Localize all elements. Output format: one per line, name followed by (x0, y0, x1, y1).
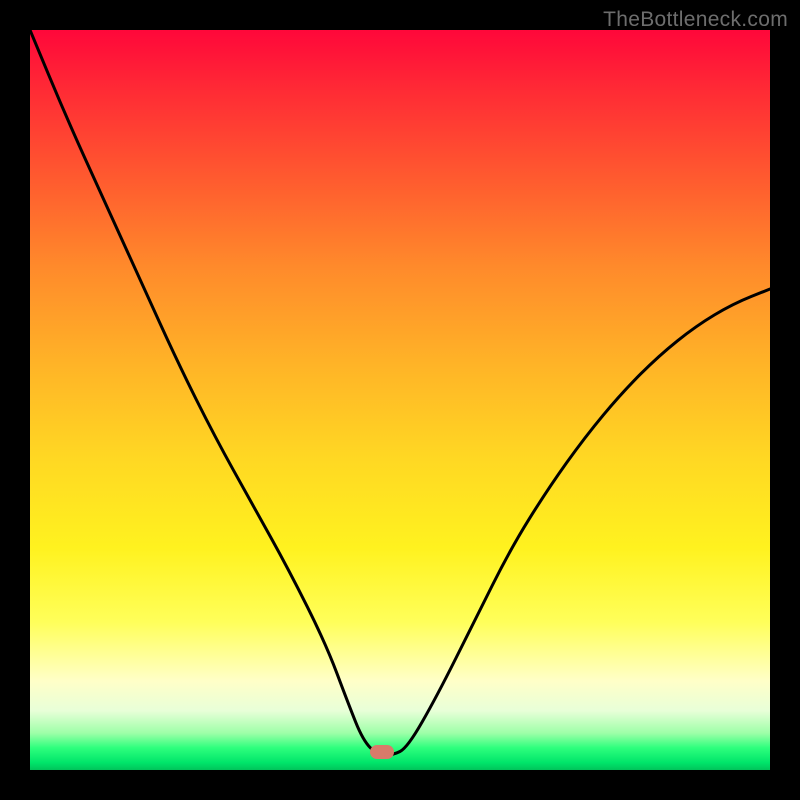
curve-svg (30, 30, 770, 770)
plot-area (30, 30, 770, 770)
watermark-text: TheBottleneck.com (603, 8, 788, 32)
bottleneck-curve-path (30, 30, 770, 755)
optimal-marker (370, 745, 394, 759)
chart-stage: TheBottleneck.com (0, 0, 800, 800)
